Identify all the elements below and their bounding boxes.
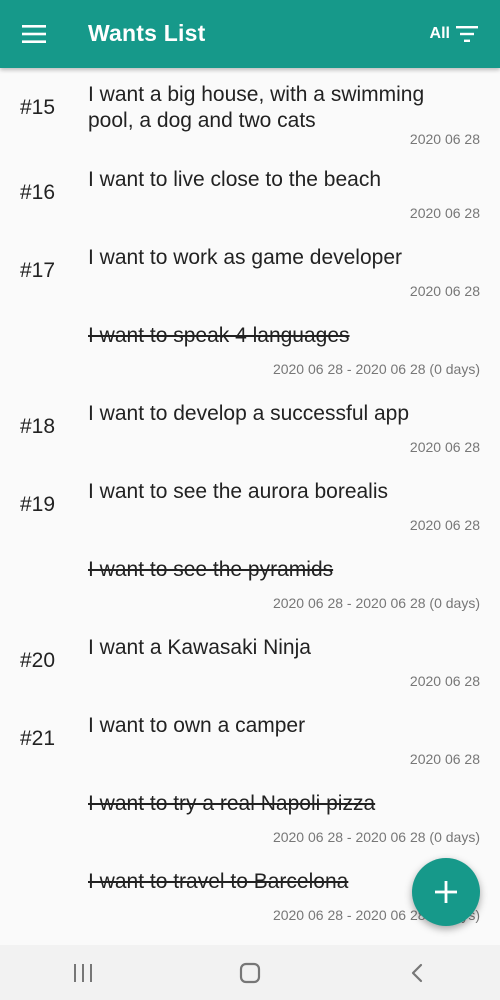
item-date: 2020 06 28 <box>409 751 480 767</box>
back-icon <box>411 963 422 982</box>
recents-icon <box>74 963 93 982</box>
item-date: 2020 06 28 <box>409 439 480 455</box>
recents-button[interactable] <box>53 953 113 993</box>
item-text: I want a Kawasaki Ninja <box>88 636 311 659</box>
item-date: 2020 06 28 - 2020 06 28 (0 days) <box>272 829 480 845</box>
list-item[interactable]: #15 I want a big house, with a swimming p… <box>0 68 500 153</box>
item-number: #20 <box>20 649 56 672</box>
item-number: #21 <box>20 727 56 750</box>
list-item[interactable]: #18 I want to develop a successful app 202… <box>0 387 500 465</box>
menu-button[interactable] <box>14 16 54 52</box>
wants-list: #15 I want a big house, with a swimming p… <box>0 68 500 945</box>
filter-button[interactable]: All <box>430 18 478 50</box>
item-text: I want to develop a successful app <box>88 402 410 425</box>
item-text: I want a big house, with a swimming pool… <box>88 83 425 132</box>
system-nav-bar <box>0 945 500 1000</box>
plus-icon <box>435 881 457 903</box>
item-date: 2020 06 28 <box>409 283 480 299</box>
item-number: #15 <box>20 96 56 119</box>
item-text: I want to try a real Napoli pizza <box>88 792 376 815</box>
item-number: #17 <box>20 259 56 282</box>
item-text: I want to see the aurora borealis <box>88 480 389 503</box>
back-button[interactable] <box>387 953 447 993</box>
list-item-done[interactable]: I want to speak 4 languages 2020 06 28 - … <box>0 309 500 387</box>
home-icon <box>239 962 261 983</box>
item-number: #16 <box>20 181 56 204</box>
menu-icon <box>22 25 46 43</box>
item-text: I want to own a camper <box>88 714 306 737</box>
filter-label: All <box>429 25 450 42</box>
item-text: I want to live close to the beach <box>88 168 382 191</box>
list-item[interactable]: #20 I want a Kawasaki Ninja 2020 06 28 <box>0 621 500 699</box>
app-bar: Wants List All <box>0 0 500 68</box>
item-date: 2020 06 28 - 2020 06 28 (0 days) <box>272 595 480 611</box>
item-date: 2020 06 28 <box>409 673 480 689</box>
page-title: Wants List <box>88 20 206 46</box>
list-item-done[interactable]: I want to try a real Napoli pizza 2020 06… <box>0 777 500 855</box>
item-text: I want to work as game developer <box>88 246 402 269</box>
list-item[interactable]: #16 I want to live close to the beach 2020… <box>0 153 500 231</box>
item-date: 2020 06 28 - 2020 06 28 (0 days) <box>272 361 480 377</box>
home-button[interactable] <box>220 953 280 993</box>
item-date: 2020 06 28 <box>409 517 480 533</box>
list-item-done[interactable]: I want to see the pyramids 2020 06 28 - 2… <box>0 543 500 621</box>
add-want-button[interactable] <box>412 858 480 926</box>
item-number: #18 <box>20 415 56 438</box>
list-item[interactable]: #21 I want to own a camper 2020 06 28 <box>0 699 500 777</box>
item-date: 2020 06 28 <box>409 131 480 147</box>
list-item[interactable]: #17 I want to work as game developer 2020 … <box>0 231 500 309</box>
list-item[interactable]: #19 I want to see the aurora borealis 2020… <box>0 465 500 543</box>
item-text: I want to see the pyramids <box>88 558 334 581</box>
item-text: I want to speak 4 languages <box>88 324 350 347</box>
filter-icon <box>456 26 478 42</box>
item-number: #19 <box>20 493 56 516</box>
item-date: 2020 06 28 <box>409 205 480 221</box>
item-text: I want to travel to Barcelona <box>88 870 349 893</box>
